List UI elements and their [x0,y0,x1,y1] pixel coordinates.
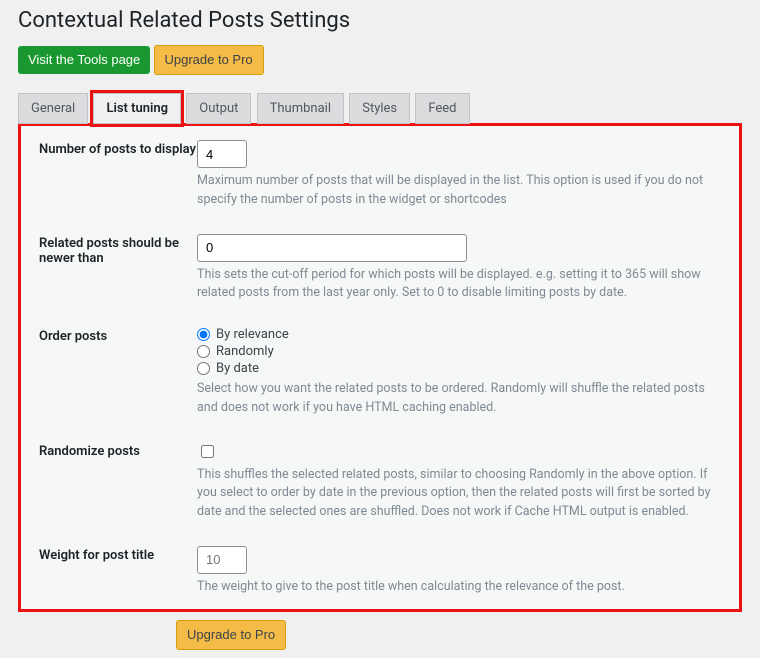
randomize-label: Randomize posts [39,442,197,459]
visit-tools-button[interactable]: Visit the Tools page [18,46,150,74]
page-title: Contextual Related Posts Settings [18,8,742,33]
weight-title-label: Weight for post title [39,546,197,563]
tab-list-tuning[interactable]: List tuning [93,93,181,124]
order-date-radio[interactable] [197,362,210,375]
tab-feed[interactable]: Feed [415,93,469,124]
randomize-desc: This shuffles the selected related posts… [197,466,721,522]
num-posts-label: Number of posts to display [39,140,197,157]
newer-than-label: Related posts should be newer than [39,234,197,266]
num-posts-input[interactable] [197,140,247,168]
list-tuning-panel: Number of posts to display Maximum numbe… [18,123,742,612]
action-button-row: Visit the Tools page Upgrade to Pro [18,45,742,75]
order-relevance-radio[interactable] [197,328,210,341]
weight-title-input [197,546,247,574]
upgrade-button-top[interactable]: Upgrade to Pro [154,45,264,75]
randomize-checkbox[interactable] [201,445,214,458]
tab-thumbnail[interactable]: Thumbnail [257,93,344,124]
order-relevance-label: By relevance [216,327,289,342]
order-randomly-radio[interactable] [197,345,210,358]
tab-styles[interactable]: Styles [349,93,410,124]
newer-than-desc: This sets the cut-off period for which p… [197,266,721,304]
newer-than-input[interactable] [197,234,467,262]
order-date-label: By date [216,361,259,376]
upgrade-button-bottom[interactable]: Upgrade to Pro [176,620,286,650]
settings-tabs: General List tuning Output Thumbnail Sty… [18,93,742,124]
tab-output[interactable]: Output [186,93,251,124]
num-posts-desc: Maximum number of posts that will be dis… [197,172,721,210]
weight-title-desc: The weight to give to the post title whe… [197,578,721,597]
order-randomly-label: Randomly [216,344,274,359]
order-label: Order posts [39,327,197,344]
tab-general[interactable]: General [18,93,88,124]
order-desc: Select how you want the related posts to… [197,380,721,418]
